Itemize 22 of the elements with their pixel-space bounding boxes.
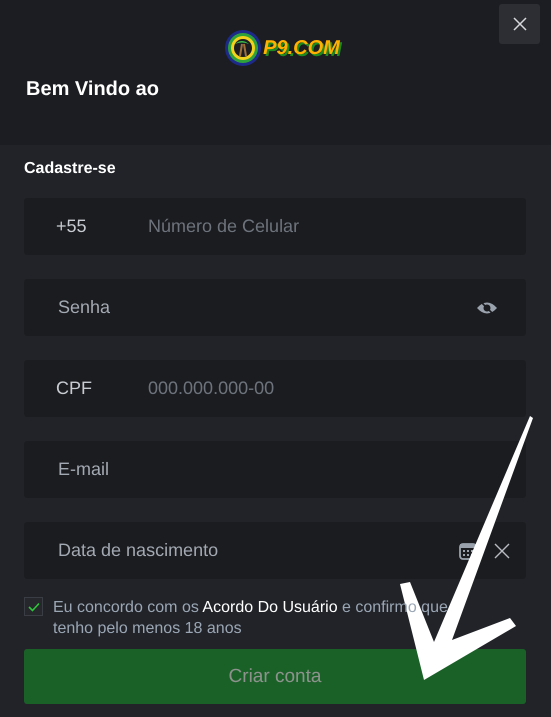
logo-text: P9.COM — [263, 36, 340, 60]
input-field[interactable]: +55 Número de Celular — [24, 198, 526, 255]
text-input[interactable]: Senha — [56, 296, 460, 319]
palm-tree-icon — [223, 28, 264, 68]
input-field[interactable]: E-mail — [24, 441, 526, 498]
section-title: Cadastre-se — [24, 160, 117, 178]
eye-slash-icon[interactable] — [476, 300, 498, 316]
text-input[interactable]: Número de Celular — [146, 215, 498, 238]
text-input[interactable]: Data de nascimento — [56, 539, 442, 562]
close-button[interactable] — [499, 4, 540, 44]
clear-icon[interactable] — [494, 542, 510, 558]
input-field[interactable]: Data de nascimento — [24, 522, 526, 579]
text-input[interactable]: E-mail — [56, 458, 498, 481]
heading: Bem Vindo ao — [26, 78, 160, 101]
text-input[interactable]: 000.000.000-00 — [146, 377, 498, 400]
close-icon — [512, 17, 526, 31]
checkbox[interactable] — [24, 597, 43, 616]
field-prefix: +55 — [56, 216, 88, 237]
input-field[interactable]: CPF 000.000.000-00 — [24, 360, 526, 417]
checkmark-icon — [28, 602, 40, 612]
field-prefix: CPF — [56, 378, 93, 399]
input-field[interactable]: Senha — [24, 279, 526, 336]
